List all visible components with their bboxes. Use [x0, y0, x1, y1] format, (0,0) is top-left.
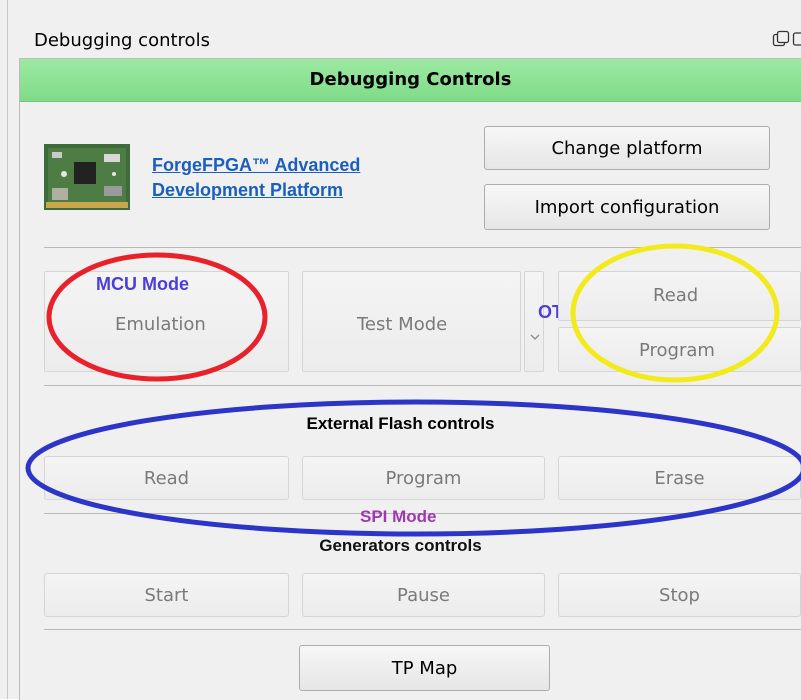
float-window-icon[interactable] — [772, 30, 790, 48]
window-title: Debugging controls — [34, 30, 210, 51]
import-configuration-button[interactable]: Import configuration — [484, 184, 770, 230]
platform-link[interactable]: ForgeFPGA™ Advanced Development Platform — [152, 153, 360, 203]
separator-4 — [44, 629, 801, 630]
start-button[interactable]: Start — [44, 573, 289, 617]
header-band: Debugging Controls — [20, 59, 801, 102]
test-mode-button[interactable]: Test Mode — [302, 271, 521, 372]
mcu-mode-label: MCU Mode — [96, 274, 189, 295]
generators-title: Generators controls — [0, 536, 801, 556]
otp-program-button[interactable]: Program — [558, 327, 801, 372]
header-title: Debugging Controls — [20, 69, 801, 90]
flash-program-button[interactable]: Program — [302, 456, 545, 500]
otp-read-label: Read — [653, 285, 698, 306]
platform-link-line2[interactable]: Development Platform — [152, 178, 360, 203]
separator-1 — [44, 247, 801, 248]
platform-link-line1[interactable]: ForgeFPGA™ Advanced — [152, 153, 360, 178]
spi-mode-label: SPI Mode — [360, 507, 437, 527]
emulation-button[interactable]: MCU Mode Emulation — [44, 271, 289, 372]
change-platform-button[interactable]: Change platform — [484, 126, 770, 170]
panel-left-border — [7, 0, 8, 699]
flash-read-button[interactable]: Read — [44, 456, 289, 500]
tp-map-button[interactable]: TP Map — [299, 645, 550, 691]
separator-2 — [44, 385, 801, 386]
external-flash-title: External Flash controls — [0, 414, 801, 434]
stop-button[interactable]: Stop — [558, 573, 801, 617]
close-window-icon[interactable] — [792, 30, 801, 48]
dock-title-bar: Debugging controls — [8, 24, 801, 58]
pause-button[interactable]: Pause — [302, 573, 545, 617]
emulation-label: Emulation — [115, 314, 206, 335]
test-mode-label: Test Mode — [357, 314, 447, 335]
otp-read-button[interactable]: Read — [558, 271, 801, 321]
flash-erase-button[interactable]: Erase — [558, 456, 801, 500]
otp-program-label: Program — [639, 340, 715, 361]
chevron-down-icon — [530, 332, 540, 342]
board-image — [44, 144, 130, 210]
